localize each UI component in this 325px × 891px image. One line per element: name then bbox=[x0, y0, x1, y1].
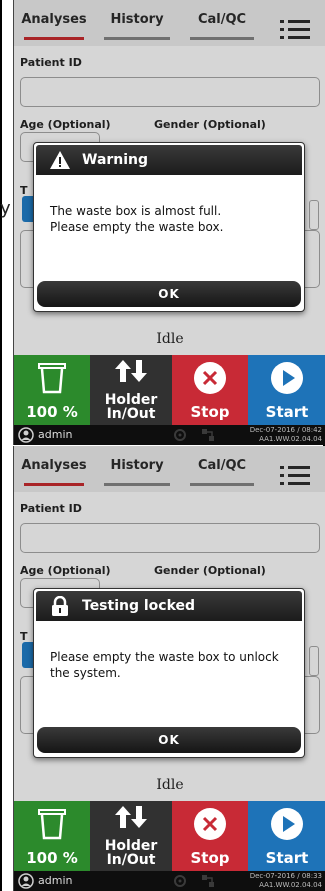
dialog-line: The waste box is almost full. bbox=[50, 204, 222, 218]
date-version: Dec-07-2016 / 08:42 AA1.WW.02.04.04 bbox=[250, 426, 322, 444]
dialog-line: Please empty the waste box to unlock bbox=[50, 650, 279, 664]
dialog-header: Testing locked bbox=[36, 591, 302, 621]
dialog-line: the system. bbox=[50, 666, 121, 680]
side-glyph: y bbox=[0, 198, 11, 219]
stop-x-icon bbox=[193, 361, 227, 395]
holder-label-line1: Holder bbox=[104, 838, 158, 854]
screenshot-frame: y Analyses History Cal/QC Patient ID Age… bbox=[0, 0, 325, 891]
stop-button[interactable]: Stop bbox=[172, 801, 248, 871]
holder-in-out-button[interactable]: Holder In/Out bbox=[90, 355, 172, 425]
dialog-header: Warning bbox=[36, 145, 302, 175]
holder-arrows-icon bbox=[114, 805, 148, 829]
datetime-text: Dec-07-2016 / 08:33 bbox=[249, 872, 322, 880]
waste-bin-icon bbox=[37, 807, 67, 841]
waste-box-button[interactable]: 100 % bbox=[14, 355, 90, 425]
stop-label: Stop bbox=[190, 403, 230, 421]
start-button[interactable]: Start bbox=[248, 355, 325, 425]
play-icon bbox=[270, 361, 304, 395]
dialog-message: The waste box is almost full. Please emp… bbox=[50, 203, 294, 235]
frame-left-border bbox=[0, 0, 2, 891]
user-icon bbox=[18, 873, 34, 889]
dialog-line: Please empty the waste box. bbox=[50, 220, 224, 234]
network-icon bbox=[202, 429, 214, 441]
holder-label-line2: In/Out bbox=[106, 852, 156, 868]
device-screen-locked: Analyses History Cal/QC Patient ID Age (… bbox=[13, 446, 325, 891]
datetime-text: Dec-07-2016 / 08:42 bbox=[249, 426, 322, 434]
start-button[interactable]: Start bbox=[248, 801, 325, 871]
date-version: Dec-07-2016 / 08:33 AA1.WW.02.04.04 bbox=[250, 872, 322, 890]
version-text: AA1.WW.02.04.04 bbox=[259, 881, 322, 889]
ok-button[interactable]: OK bbox=[37, 727, 301, 753]
version-text: AA1.WW.02.04.04 bbox=[259, 435, 322, 443]
warning-dialog: Warning The waste box is almost full. Pl… bbox=[33, 142, 305, 312]
start-label: Start bbox=[265, 849, 309, 867]
holder-in-out-button[interactable]: Holder In/Out bbox=[90, 801, 172, 871]
gear-icon bbox=[174, 875, 186, 887]
waste-percent: 100 % bbox=[26, 403, 78, 421]
lock-icon bbox=[48, 595, 72, 617]
device-screen-warning: Analyses History Cal/QC Patient ID Age (… bbox=[13, 0, 325, 445]
holder-label-line2: In/Out bbox=[106, 406, 156, 422]
user-name: admin bbox=[38, 874, 73, 887]
start-label: Start bbox=[265, 403, 309, 421]
stop-button[interactable]: Stop bbox=[172, 355, 248, 425]
warning-triangle-icon bbox=[48, 149, 72, 171]
waste-percent: 100 % bbox=[26, 849, 78, 867]
play-icon bbox=[270, 807, 304, 841]
status-bar: admin Dec-07-2016 / 08:42 AA1.WW.02.04.0… bbox=[14, 425, 325, 445]
action-bar: 100 % Holder In/Out Stop Start bbox=[14, 355, 325, 425]
holder-label: Holder In/Out bbox=[90, 839, 172, 867]
dialog-message: Please empty the waste box to unlock the… bbox=[50, 649, 294, 681]
holder-label: Holder In/Out bbox=[90, 393, 172, 421]
status-bar: admin Dec-07-2016 / 08:33 AA1.WW.02.04.0… bbox=[14, 871, 325, 891]
dialog-title: Warning bbox=[82, 152, 149, 168]
waste-box-button[interactable]: 100 % bbox=[14, 801, 90, 871]
holder-arrows-icon bbox=[114, 359, 148, 383]
holder-label-line1: Holder bbox=[104, 392, 158, 408]
action-bar: 100 % Holder In/Out Stop Start bbox=[14, 801, 325, 871]
network-icon bbox=[202, 875, 214, 887]
gear-icon bbox=[174, 429, 186, 441]
waste-bin-icon bbox=[37, 361, 67, 395]
stop-label: Stop bbox=[190, 849, 230, 867]
locked-dialog: Testing locked Please empty the waste bo… bbox=[33, 588, 305, 758]
stop-x-icon bbox=[193, 807, 227, 841]
user-name: admin bbox=[38, 428, 73, 441]
dialog-title: Testing locked bbox=[82, 598, 196, 614]
ok-button[interactable]: OK bbox=[37, 281, 301, 307]
user-icon bbox=[18, 427, 34, 443]
